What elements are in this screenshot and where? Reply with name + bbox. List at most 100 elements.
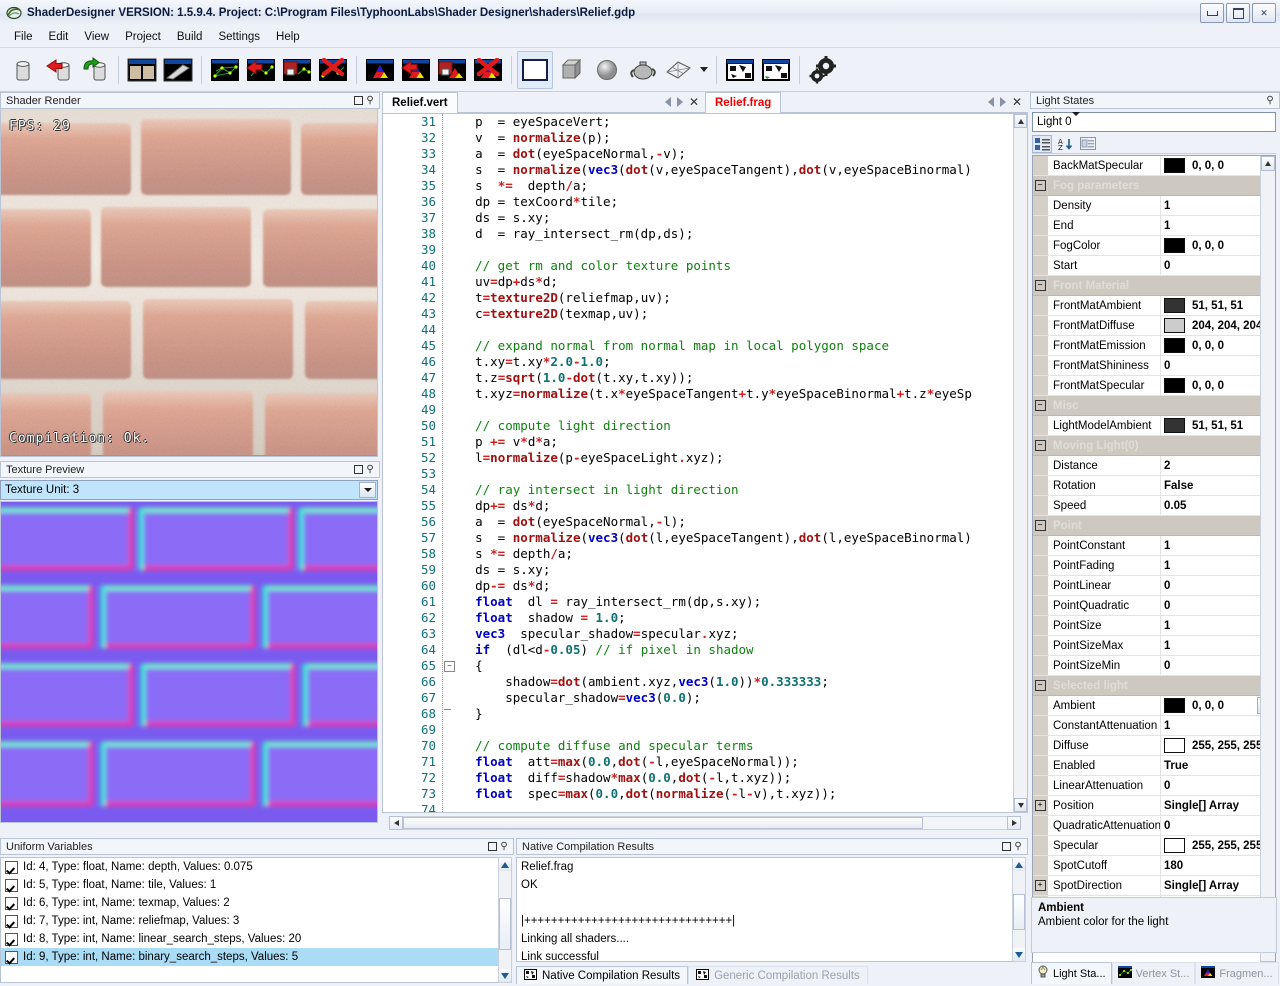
tab-vertex-states[interactable]: Vertex St... [1111,962,1196,984]
code-line[interactable]: specular_shadow=vec3(0.0); [445,690,1013,706]
property-row[interactable]: LightModelAmbient 51, 51, 51 [1033,416,1275,436]
close-vertex-shader-icon[interactable] [315,51,351,89]
editor-horizontal-scrollbar[interactable] [389,815,1021,831]
shader-view-icon[interactable] [160,51,196,89]
property-value[interactable]: 1 [1161,216,1275,235]
expander-cell[interactable]: − [1033,396,1048,415]
menu-item-project[interactable]: Project [117,28,169,46]
code-fold-toggle[interactable]: − [444,661,455,672]
pin-icon[interactable]: ⚲ [1264,95,1276,107]
uniform-list-scrollbar[interactable] [498,857,512,983]
new-fragment-shader-icon[interactable] [362,51,398,89]
expander-cell[interactable]: + [1033,876,1048,895]
code-content[interactable]: p = eyeSpaceVert; v = normalize(p); a = … [445,114,1013,812]
property-row[interactable]: Ambient 0, 0, 0 [1033,696,1275,716]
property-row[interactable]: SpotCutoff 180 [1033,856,1275,876]
tab-next-icon[interactable] [999,97,1006,107]
code-line[interactable]: dp-= ds*d; [445,578,1013,594]
property-value[interactable]: 0.05 [1161,496,1275,515]
property-value[interactable]: 51, 51, 51 [1161,296,1275,315]
float-icon[interactable] [352,95,364,107]
code-line[interactable]: // ray intersect in light direction [445,482,1013,498]
save-project-icon[interactable] [77,51,113,89]
tab-light-states[interactable]: Light Sta... [1031,962,1112,984]
collapse-icon[interactable]: − [1034,280,1046,291]
tab-generic-compilation-results[interactable]: Generic Compilation Results [688,966,868,984]
checkbox[interactable] [5,896,18,910]
cube-geometry-icon[interactable] [553,51,589,89]
property-category-row[interactable]: − Misc [1033,396,1275,416]
property-value[interactable]: 1 [1161,536,1275,555]
menu-item-edit[interactable]: Edit [41,28,77,46]
collapse-icon[interactable]: − [1034,520,1046,531]
property-row[interactable]: FrontMatSpecular 0, 0, 0 [1033,376,1275,396]
property-value[interactable]: 0 [1161,256,1275,275]
minimize-button[interactable] [1200,3,1224,23]
maximize-button[interactable] [1226,3,1250,23]
float-icon[interactable] [352,464,364,476]
new-vertex-shader-icon[interactable] [207,51,243,89]
open-fragment-shader-icon[interactable] [398,51,434,89]
property-row[interactable]: Distance 2 [1033,456,1275,476]
pin-icon[interactable]: ⚲ [364,95,376,107]
code-line[interactable]: p += v*d*a; [445,434,1013,450]
alphabetical-sort-button[interactable]: AZ [1055,135,1075,153]
property-row[interactable]: Enabled True [1033,756,1275,776]
categorized-view-button[interactable] [1032,134,1052,153]
chevron-down-icon[interactable] [359,482,376,498]
scroll-up-icon[interactable] [1014,114,1027,128]
hscroll-track[interactable] [403,816,1007,830]
property-category-row[interactable]: − Point [1033,516,1275,536]
shader-render-viewport[interactable]: FPS: 29 Compilation: Ok. [0,109,455,473]
property-row[interactable]: QuadraticAttenuation 0 [1033,816,1275,836]
checkbox[interactable] [5,878,18,892]
code-line[interactable]: // compute light direction [445,418,1013,434]
property-value[interactable]: 51, 51, 51 [1161,416,1275,435]
collapse-icon[interactable]: − [1034,180,1046,191]
scroll-down-icon[interactable] [499,969,511,982]
property-row[interactable]: Rotation False [1033,476,1275,496]
editor-vertical-scrollbar[interactable] [1013,114,1027,812]
property-category-row[interactable]: − Selected light [1033,676,1275,696]
property-value[interactable]: 0 [1161,816,1275,835]
code-line[interactable]: // get rm and color texture points [445,258,1013,274]
code-line[interactable]: t.z=sqrt(1.0-dot(t.xy,t.xy)); [445,370,1013,386]
teapot-geometry-icon[interactable] [625,51,661,89]
open-project-icon[interactable] [41,51,77,89]
property-value[interactable]: 0 [1161,776,1275,795]
property-value[interactable]: 204, 204, 204 [1161,316,1275,335]
property-value[interactable]: Single[] Array [1161,796,1275,815]
property-value[interactable]: 0 [1161,656,1275,675]
scroll-right-icon[interactable] [1007,816,1021,830]
property-row[interactable]: + SpotDirection Single[] Array [1033,876,1275,896]
tab-next-icon[interactable] [676,97,683,107]
pin-icon[interactable]: ⚲ [1012,841,1024,853]
uniform-variable-row[interactable]: Id: 4, Type: float, Name: depth, Values:… [1,858,511,876]
property-value[interactable]: 0, 0, 0 [1161,336,1275,355]
code-line[interactable]: s *= depth/a; [445,178,1013,194]
checkbox[interactable] [5,860,18,874]
pin-icon[interactable]: ⚲ [364,464,376,476]
tab-fragment-states[interactable]: Fragmen... [1195,962,1279,984]
code-line[interactable]: a = dot(eyeSpaceNormal,-l); [445,514,1013,530]
menu-item-help[interactable]: Help [268,28,308,46]
code-line[interactable]: s *= depth/a; [445,546,1013,562]
close-fragment-shader-icon[interactable] [470,51,506,89]
uniform-variable-row[interactable]: Id: 6, Type: int, Name: texmap, Values: … [1,894,511,912]
expand-icon[interactable]: + [1034,800,1046,811]
property-row[interactable]: FrontMatAmbient 51, 51, 51 [1033,296,1275,316]
expander-cell[interactable]: + [1033,796,1048,815]
menu-item-view[interactable]: View [76,28,117,46]
code-line[interactable]: s = normalize(vec3(dot(v,eyeSpaceTangent… [445,162,1013,178]
code-line[interactable]: // expand normal from normal map in loca… [445,338,1013,354]
code-line[interactable] [445,322,1013,338]
checkbox[interactable] [5,950,18,964]
code-line[interactable] [445,402,1013,418]
code-line[interactable]: shadow=dot(ambient.xyz,vec3(1.0))*0.3333… [445,674,1013,690]
property-row[interactable]: Diffuse 255, 255, 255 [1033,736,1275,756]
code-line[interactable]: l=normalize(p-eyeSpaceLight.xyz); [445,450,1013,466]
expander-cell[interactable]: − [1033,676,1048,695]
scroll-thumb[interactable] [1013,894,1025,930]
float-icon[interactable] [1000,841,1012,853]
property-value[interactable]: 1 [1161,716,1275,735]
